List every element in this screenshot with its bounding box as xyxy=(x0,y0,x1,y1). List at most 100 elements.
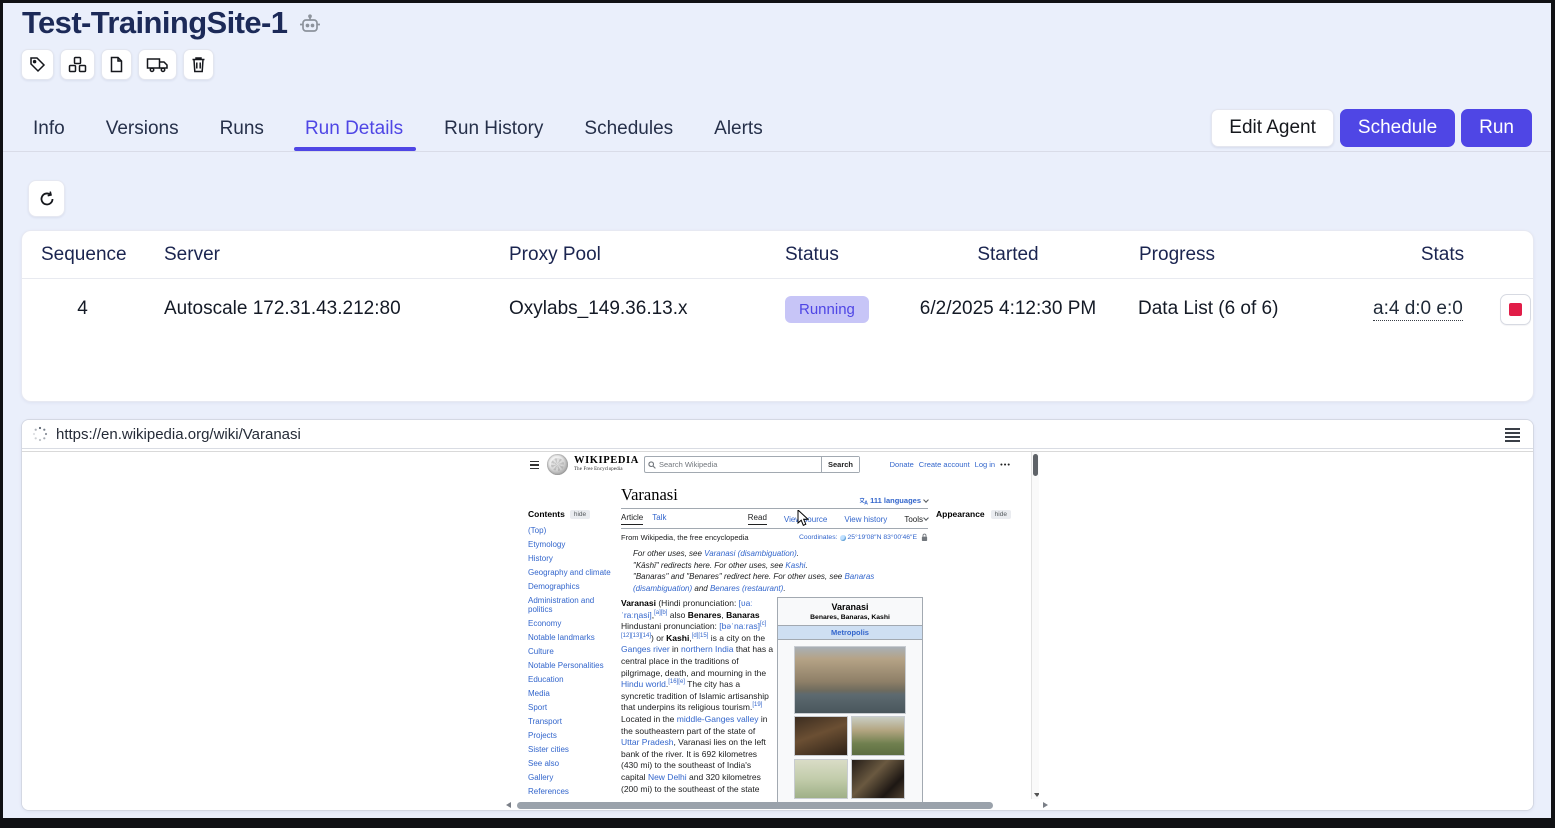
col-sequence: Sequence xyxy=(22,244,143,266)
wiki-link[interactable]: Benares (restaurant) xyxy=(710,584,783,593)
tab[interactable]: Alerts xyxy=(712,106,765,151)
browser-viewport: WIKIPEDIA The Free Encyclopedia Search W… xyxy=(22,449,1533,810)
wiki-link[interactable]: northern India xyxy=(681,644,733,654)
infobox-type: Metropolis xyxy=(778,625,922,640)
truck-icon xyxy=(146,56,169,73)
contents-item[interactable]: Education xyxy=(528,675,616,685)
wiki-search-button[interactable]: Search xyxy=(821,457,859,472)
tab-talk[interactable]: Talk xyxy=(652,513,666,525)
wiki-link[interactable]: [bəˈnaːras] xyxy=(719,621,760,631)
contents-hide-button[interactable]: hide xyxy=(570,510,590,519)
appearance-hide-button[interactable]: hide xyxy=(991,510,1011,519)
menu-icon xyxy=(1505,428,1520,430)
coordinates-value[interactable]: 25°19′08″N 83°00′46″E xyxy=(848,534,918,541)
contents-item[interactable]: (Top) xyxy=(528,526,616,536)
campus-building-photo[interactable] xyxy=(851,716,905,756)
wiki-link[interactable]: [d][15] xyxy=(692,633,709,639)
export-truck-button[interactable] xyxy=(138,49,177,80)
cell-status: Running xyxy=(764,296,898,323)
tab[interactable]: Run History xyxy=(442,106,545,151)
contents-item[interactable]: Sister cities xyxy=(528,745,616,755)
mouse-cursor-icon xyxy=(797,510,810,527)
contents-item[interactable]: Geography and climate xyxy=(528,568,616,578)
wiki-horizontal-scrollbar[interactable] xyxy=(506,801,1048,809)
wiki-link[interactable]: [16][e] xyxy=(668,679,685,685)
tab[interactable]: Schedules xyxy=(582,106,675,151)
delete-button[interactable] xyxy=(183,49,214,80)
status-badge: Running xyxy=(785,296,869,323)
wiki-link[interactable]: middle-Ganges valley xyxy=(677,714,759,724)
cell-stats: a:4 d:0 e:0 xyxy=(1352,294,1533,325)
contents-item[interactable]: Demographics xyxy=(528,582,616,592)
page-header: Test-TrainingSite-1 xyxy=(22,5,323,41)
wiki-link[interactable]: Hindu world xyxy=(621,679,666,689)
contents-item[interactable]: Gallery xyxy=(528,773,616,783)
contents-item[interactable]: Economy xyxy=(528,619,616,629)
wiki-header-link[interactable]: Donate xyxy=(890,460,914,469)
coordinates: Coordinates: 25°19′08″N 83°00′46″E xyxy=(799,533,928,542)
scrollbar-thumb[interactable] xyxy=(517,802,993,809)
painting-photo[interactable] xyxy=(794,759,848,799)
wiki-link[interactable]: Ganges river xyxy=(621,644,670,654)
wiki-link[interactable]: New Delhi xyxy=(648,772,687,782)
contents-item[interactable]: History xyxy=(528,554,616,564)
agent-toolbar xyxy=(21,49,214,80)
scroll-left-arrow-icon[interactable] xyxy=(506,802,511,808)
wiki-header-link[interactable]: Create account xyxy=(919,460,970,469)
wiki-more-menu[interactable]: ••• xyxy=(1000,460,1011,469)
wiki-header-link[interactable]: Log in xyxy=(975,460,995,469)
coordinates-label[interactable]: Coordinates: xyxy=(799,534,838,541)
contents-item[interactable]: Transport xyxy=(528,717,616,727)
run-button[interactable]: Run xyxy=(1461,109,1532,147)
scroll-right-arrow-icon[interactable] xyxy=(1043,802,1048,808)
tab-view-history[interactable]: View history xyxy=(844,515,887,524)
wiki-search-box[interactable]: Search Wikipedia Search xyxy=(644,456,860,473)
contents-item[interactable]: Notable landmarks xyxy=(528,633,616,643)
tab[interactable]: Runs xyxy=(218,106,266,151)
wikipedia-logo[interactable] xyxy=(547,454,568,475)
tab[interactable]: Info xyxy=(31,106,67,151)
contents-item[interactable]: See also xyxy=(528,759,616,769)
infobox-photo-grid xyxy=(794,716,906,799)
wiki-link[interactable]: [a][b] xyxy=(654,610,667,616)
tab-article[interactable]: Article xyxy=(621,513,643,525)
tab[interactable]: Run Details xyxy=(303,106,405,151)
contents-item[interactable]: Culture xyxy=(528,647,616,657)
modules-button[interactable] xyxy=(60,49,95,80)
languages-dropdown[interactable]: A 111 languages xyxy=(859,496,928,505)
stats-link[interactable]: a:4 d:0 e:0 xyxy=(1373,298,1463,321)
contents-item[interactable]: Administration and politics xyxy=(528,596,616,616)
edit-agent-button[interactable]: Edit Agent xyxy=(1211,109,1334,147)
wiki-link[interactable]: Uttar Pradesh xyxy=(621,737,673,747)
ghats-riverfront-photo[interactable] xyxy=(794,646,906,714)
scrollbar-thumb[interactable] xyxy=(1033,454,1038,476)
tag-button[interactable] xyxy=(21,49,54,80)
article-tabs: Article Talk Read View source View histo… xyxy=(621,513,928,529)
contents-item[interactable]: Etymology xyxy=(528,540,616,550)
tab-tools[interactable]: Tools xyxy=(904,515,928,524)
contents-item[interactable]: Sport xyxy=(528,703,616,713)
run-row: 4 Autoscale 172.31.43.212:80 Oxylabs_149… xyxy=(22,279,1533,339)
wikipedia-wordmark[interactable]: WIKIPEDIA The Free Encyclopedia xyxy=(574,456,639,473)
browser-menu-button[interactable] xyxy=(1499,422,1525,447)
tab-read[interactable]: Read xyxy=(748,513,767,525)
stop-run-button[interactable] xyxy=(1500,294,1531,325)
wiki-link[interactable]: [19] xyxy=(752,703,762,709)
wiki-vertical-scrollbar[interactable] xyxy=(1031,452,1039,799)
refresh-button[interactable] xyxy=(28,180,65,217)
contents-item[interactable]: Projects xyxy=(528,731,616,741)
wiki-link[interactable]: Kashi xyxy=(785,561,805,570)
file-button[interactable] xyxy=(101,49,132,80)
tab[interactable]: Versions xyxy=(104,106,181,151)
musicians-photo[interactable] xyxy=(794,716,848,756)
wiki-menu-icon[interactable] xyxy=(530,461,539,469)
wiki-link[interactable]: Varanasi (disambiguation) xyxy=(704,549,797,558)
scroll-down-arrow-icon[interactable] xyxy=(1034,793,1040,797)
contents-item[interactable]: References xyxy=(528,787,616,797)
weaving-photo[interactable] xyxy=(851,759,905,799)
contents-item[interactable]: Media xyxy=(528,689,616,699)
schedule-button[interactable]: Schedule xyxy=(1340,109,1455,147)
infobox-title: Varanasi xyxy=(778,598,922,612)
contents-item[interactable]: Notable Personalities xyxy=(528,661,616,671)
hatnote: "Kāshī" redirects here. For other uses, … xyxy=(633,560,927,572)
